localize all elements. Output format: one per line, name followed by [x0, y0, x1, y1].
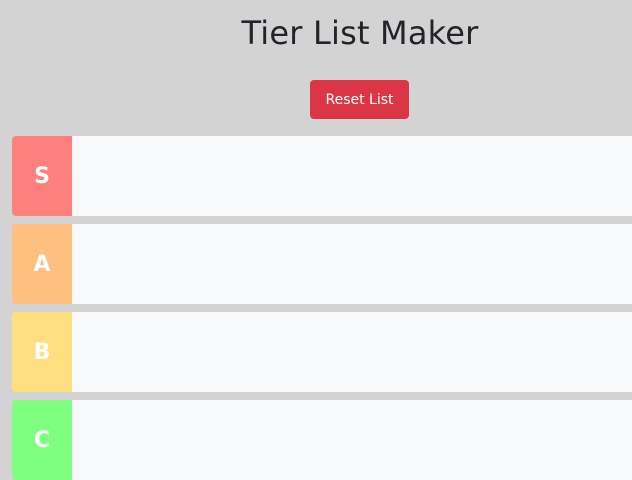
tier-dropzone-c[interactable] — [72, 400, 632, 480]
tier-label-s: S — [12, 136, 72, 216]
tier-label-a: A — [12, 224, 72, 304]
tier-dropzone-s[interactable] — [72, 136, 632, 216]
tier-row-a: A — [12, 224, 632, 304]
tier-dropzone-a[interactable] — [72, 224, 632, 304]
tier-row-c: C — [12, 400, 632, 480]
tier-label-b: B — [12, 312, 72, 392]
tier-list-page: Tier List Maker Reset List S A B C — [0, 0, 632, 480]
tier-row-b: B — [12, 312, 632, 392]
reset-list-button[interactable]: Reset List — [310, 80, 409, 119]
tier-label-c: C — [12, 400, 72, 480]
tier-dropzone-b[interactable] — [72, 312, 632, 392]
tier-row-s: S — [12, 136, 632, 216]
page-title: Tier List Maker — [241, 14, 479, 52]
